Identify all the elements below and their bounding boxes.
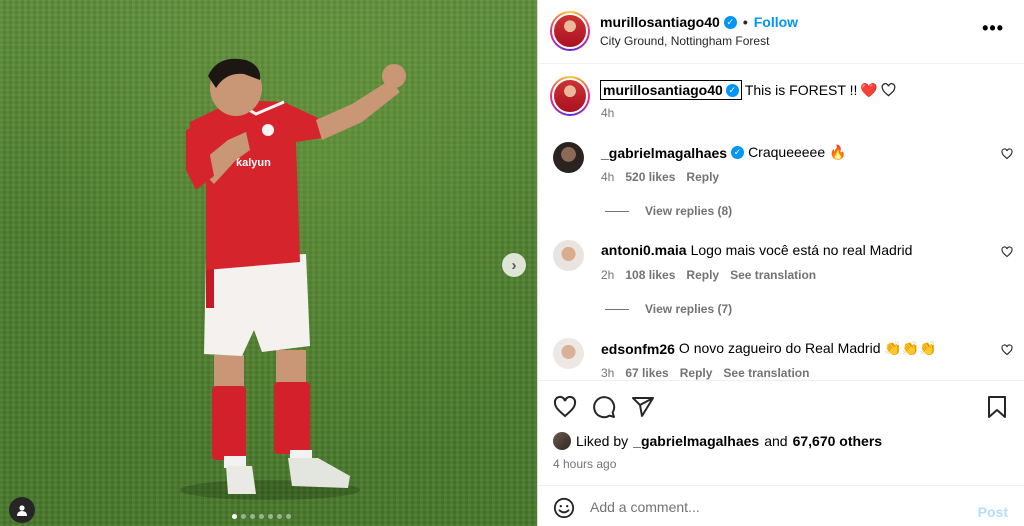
comment-composer: Post bbox=[538, 485, 1024, 526]
replies-divider bbox=[605, 308, 629, 310]
likes-summary: Liked by _gabrielmagalhaes and 67,670 ot… bbox=[553, 432, 882, 450]
comment-text: O novo zagueiro do Real Madrid 👏👏👏 bbox=[678, 340, 937, 356]
caption-username-text: murillosantiago40 bbox=[603, 82, 723, 98]
reply-button[interactable]: Reply bbox=[686, 268, 719, 282]
view-replies-label: View replies (8) bbox=[645, 204, 733, 218]
post-header: murillosantiago40 ✓ • Follow City Ground… bbox=[538, 0, 1024, 64]
carousel-dot bbox=[268, 514, 273, 519]
comment-likes[interactable]: 520 likes bbox=[625, 170, 675, 184]
comment-likes[interactable]: 108 likes bbox=[625, 268, 675, 282]
post-timestamp: 4 hours ago bbox=[553, 457, 617, 471]
comment-text: Logo mais você está no real Madrid bbox=[690, 242, 913, 258]
author-line: murillosantiago40 ✓ • Follow bbox=[600, 14, 798, 30]
carousel-dot bbox=[277, 514, 282, 519]
replies-divider bbox=[605, 210, 629, 212]
post-modal: ƙalyun › murillosantiago40 ✓ • Follow Ci… bbox=[0, 0, 1024, 526]
separator-dot: • bbox=[742, 14, 748, 30]
save-bookmark-icon[interactable] bbox=[987, 395, 1007, 419]
next-image-button[interactable]: › bbox=[502, 253, 526, 277]
white-heart-icon bbox=[881, 83, 896, 97]
user-tag-icon bbox=[17, 505, 27, 516]
comment-username[interactable]: _gabrielmagalhaes bbox=[601, 145, 727, 161]
caption-author-avatar[interactable] bbox=[550, 76, 590, 116]
comment-line: _gabrielmagalhaes ✓ Craqueeeee 🔥 bbox=[601, 144, 846, 161]
carousel-dot bbox=[232, 514, 237, 519]
like-comment-heart-icon[interactable] bbox=[1001, 246, 1013, 258]
svg-text:ƙalyun: ƙalyun bbox=[236, 157, 271, 169]
comment-meta: 3h 67 likes Reply See translation bbox=[601, 366, 809, 380]
comment-time: 3h bbox=[601, 366, 615, 380]
comment-input[interactable] bbox=[590, 495, 970, 519]
author-username[interactable]: murillosantiago40 bbox=[600, 14, 720, 30]
verified-badge-icon: ✓ bbox=[731, 146, 745, 159]
view-replies-button[interactable]: View replies (7) bbox=[605, 302, 732, 316]
comment-text: Craqueeeee 🔥 bbox=[748, 144, 847, 160]
share-send-icon[interactable] bbox=[631, 395, 655, 419]
post-action-bar bbox=[538, 380, 1024, 432]
carousel-dot bbox=[241, 514, 246, 519]
reply-button[interactable]: Reply bbox=[686, 170, 719, 184]
player-illustration: ƙalyun bbox=[180, 58, 406, 500]
comment-meta: 2h 108 likes Reply See translation bbox=[601, 268, 816, 282]
comment-line: edsonfm26 O novo zagueiro do Real Madrid… bbox=[601, 340, 937, 357]
liked-by-user[interactable]: _gabrielmagalhaes bbox=[633, 433, 759, 449]
see-translation-button[interactable]: See translation bbox=[723, 366, 809, 380]
carousel-dot bbox=[259, 514, 264, 519]
comment-username[interactable]: edsonfm26 bbox=[601, 341, 675, 357]
reply-button[interactable]: Reply bbox=[680, 366, 713, 380]
post-location[interactable]: City Ground, Nottingham Forest bbox=[600, 34, 769, 48]
red-heart-emoji: ❤️ bbox=[860, 81, 878, 98]
liker-avatar[interactable] bbox=[553, 432, 571, 450]
carousel-dot bbox=[286, 514, 291, 519]
caption-time: 4h bbox=[601, 106, 615, 120]
more-options-icon[interactable]: ••• bbox=[982, 18, 1004, 39]
view-replies-label: View replies (7) bbox=[645, 302, 733, 316]
caption-text: This is FOREST !! bbox=[744, 82, 858, 98]
emoji-icon[interactable] bbox=[553, 497, 575, 519]
liked-by-and: and bbox=[764, 433, 788, 449]
liked-by-prefix: Liked by bbox=[576, 433, 629, 449]
post-photo[interactable]: ƙalyun › bbox=[0, 0, 537, 526]
commenter-avatar[interactable] bbox=[553, 338, 584, 369]
tagged-users-button[interactable] bbox=[9, 497, 35, 523]
comment-line: antoni0.maia Logo mais você está no real… bbox=[601, 242, 912, 258]
comment-time: 4h bbox=[601, 170, 615, 184]
comment-likes[interactable]: 67 likes bbox=[625, 366, 668, 380]
caption-username[interactable]: murillosantiago40 ✓ bbox=[600, 80, 742, 100]
comment-meta: 4h 520 likes Reply bbox=[601, 170, 719, 184]
verified-badge-icon: ✓ bbox=[725, 83, 739, 97]
post-panel: murillosantiago40 ✓ • Follow City Ground… bbox=[537, 0, 1024, 526]
view-replies-button[interactable]: View replies (8) bbox=[605, 204, 732, 218]
like-comment-heart-icon[interactable] bbox=[1001, 148, 1013, 160]
liked-by-others[interactable]: 67,670 others bbox=[793, 433, 883, 449]
carousel-dot bbox=[250, 514, 255, 519]
like-heart-icon[interactable] bbox=[553, 395, 577, 419]
see-translation-button[interactable]: See translation bbox=[730, 268, 816, 282]
follow-button[interactable]: Follow bbox=[754, 14, 798, 30]
like-comment-heart-icon[interactable] bbox=[1001, 344, 1013, 356]
verified-badge-icon: ✓ bbox=[723, 15, 737, 29]
comment-time: 2h bbox=[601, 268, 615, 282]
post-comment-button[interactable]: Post bbox=[978, 504, 1008, 520]
commenter-avatar[interactable] bbox=[553, 142, 584, 173]
comment-username[interactable]: antoni0.maia bbox=[601, 242, 687, 258]
carousel-indicator bbox=[232, 514, 291, 519]
caption-line: murillosantiago40 ✓ This is FOREST !! ❤️ bbox=[600, 80, 896, 100]
author-avatar[interactable] bbox=[550, 11, 590, 51]
comment-bubble-icon[interactable] bbox=[592, 395, 616, 419]
commenter-avatar[interactable] bbox=[553, 240, 584, 271]
